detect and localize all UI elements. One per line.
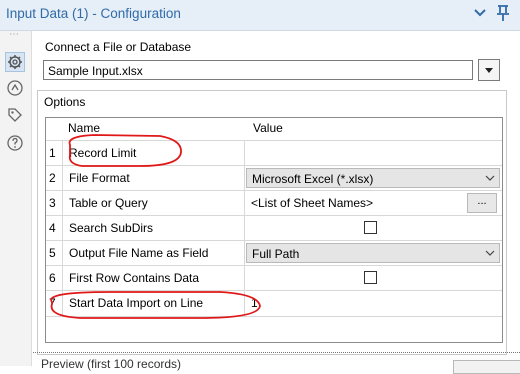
table-row: 7 Start Data Import on Line 1	[46, 290, 502, 317]
sidebar-grip: ⋯	[9, 29, 20, 40]
pin-icon[interactable]	[495, 4, 511, 22]
option-name: File Format	[69, 171, 130, 185]
chevron-down-icon	[485, 250, 495, 256]
table-row: 1 Record Limit	[46, 140, 502, 166]
title-bar: Input Data (1) - Configuration	[0, 0, 520, 31]
table-row: 6 First Row Contains Data	[46, 265, 502, 291]
output-file-name-select[interactable]: Full Path	[246, 243, 500, 263]
search-subdirs-checkbox[interactable]	[364, 221, 377, 234]
row-number: 4	[49, 221, 56, 235]
chevron-down-icon	[485, 175, 495, 181]
option-name: First Row Contains Data	[69, 271, 200, 285]
output-file-name-value: Full Path	[252, 247, 300, 261]
option-name: Record Limit	[69, 146, 137, 160]
option-name: Search SubDirs	[69, 221, 154, 235]
row-number: 2	[49, 171, 56, 185]
table-or-query-value[interactable]: <List of Sheet Names>	[251, 196, 373, 210]
sidebar: ⋯	[0, 29, 32, 366]
first-row-contains-data-checkbox[interactable]	[364, 271, 377, 284]
connect-file-value: Sample Input.xlsx	[48, 64, 143, 78]
chevron-down-icon[interactable]	[472, 5, 488, 21]
table-row: 4 Search SubDirs	[46, 215, 502, 241]
record-limit-input[interactable]	[251, 146, 491, 161]
gear-icon	[8, 55, 22, 69]
preview-button[interactable]	[453, 360, 520, 374]
tag-icon[interactable]	[6, 106, 24, 124]
navigate-icon[interactable]	[6, 79, 24, 97]
window-title: Input Data (1) - Configuration	[6, 6, 181, 21]
row-number: 1	[49, 146, 56, 160]
connect-file-input[interactable]: Sample Input.xlsx	[43, 60, 473, 80]
start-line-input[interactable]: 1	[251, 296, 258, 310]
connect-dropdown-button[interactable]	[478, 59, 500, 81]
file-format-select[interactable]: Microsoft Excel (*.xlsx)	[246, 168, 500, 188]
option-name: Output File Name as Field	[69, 246, 209, 260]
row-number: 3	[49, 196, 56, 210]
row-number: 5	[49, 246, 56, 260]
connect-label: Connect a File or Database	[45, 40, 192, 54]
help-icon[interactable]	[6, 134, 24, 152]
row-number: 6	[49, 271, 56, 285]
options-grid: Name Value 1 Record Limit 2 File Format …	[45, 117, 503, 343]
option-name: Start Data Import on Line	[69, 296, 204, 310]
file-format-value: Microsoft Excel (*.xlsx)	[252, 172, 374, 186]
column-header-value: Value	[253, 121, 283, 135]
table-row: 3 Table or Query <List of Sheet Names> .…	[46, 190, 502, 216]
options-label: Options	[44, 95, 86, 109]
table-row: 2 File Format Microsoft Excel (*.xlsx)	[46, 165, 502, 191]
table-row: 5 Output File Name as Field Full Path	[46, 240, 502, 266]
browse-button[interactable]: ...	[467, 193, 497, 213]
preview-strip: Preview (first 100 records)	[33, 352, 520, 374]
configuration-tab[interactable]	[5, 52, 25, 72]
option-name: Table or Query	[69, 196, 148, 210]
preview-label: Preview (first 100 records)	[41, 357, 182, 371]
column-header-name: Name	[68, 121, 101, 135]
row-number: 7	[49, 296, 56, 310]
